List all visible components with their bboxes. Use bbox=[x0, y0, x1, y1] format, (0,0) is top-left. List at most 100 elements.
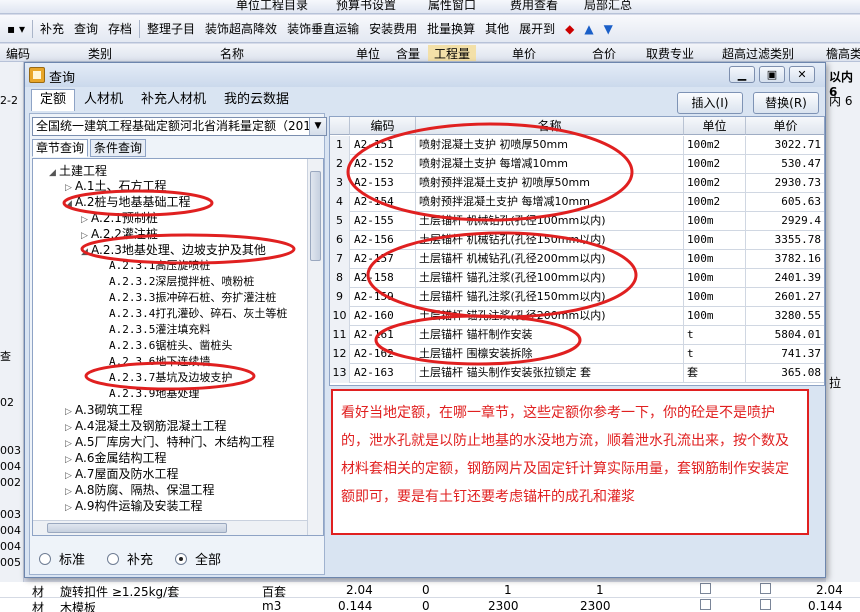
row-number: 2 bbox=[330, 155, 350, 174]
tab-condition-query[interactable]: 条件查询 bbox=[90, 139, 147, 157]
quota-row[interactable]: 10 A2-160 土层锚杆 锚孔注浆(孔径200mm以内) 100m 3280.55 bbox=[330, 307, 824, 326]
quota-row[interactable]: 12 A2-162 土层锚杆 围檩安装拆除 t 741.37 bbox=[330, 345, 824, 364]
maximize-button[interactable]: ▣ bbox=[759, 66, 785, 83]
toolbar-arrow-icon[interactable]: ▪ ▾ bbox=[2, 22, 30, 36]
quota-row[interactable]: 9 A2-159 土层锚杆 锚孔注浆(孔径150mm以内) 100m 2601.27 bbox=[330, 288, 824, 307]
fill-color-icon[interactable]: ◆ bbox=[560, 22, 579, 36]
other-menu[interactable]: 其他 bbox=[480, 20, 514, 37]
tab-cloud-data[interactable]: 我的云数据 bbox=[215, 89, 298, 111]
move-up-icon[interactable]: ▲ bbox=[579, 22, 598, 36]
tree-horizontal-scrollbar[interactable] bbox=[33, 520, 307, 535]
tab-chapter-query[interactable]: 章节查询 bbox=[32, 139, 89, 157]
quota-row[interactable]: 7 A2-157 土层锚杆 机械钻孔(孔径200mm以内) 100m 3782.16 bbox=[330, 250, 824, 269]
table-row[interactable]: 材 旋转扣件 ≥1.25kg/套 百套 2.04 0 1 1 2.04 bbox=[0, 582, 860, 599]
tree-node[interactable]: ▷ A.8防腐、隔热、保温工程 bbox=[65, 482, 214, 498]
tab-quota[interactable]: 定额 bbox=[31, 89, 76, 111]
organize-items-button[interactable]: 整理子目 bbox=[142, 20, 200, 37]
tree-node[interactable]: A.2.3.5灌注填充料 bbox=[109, 322, 210, 338]
quota-row[interactable]: 11 A2-161 土层锚杆 锚杆制作安装 t 5804.01 bbox=[330, 326, 824, 345]
quota-library-select[interactable]: 全国统一建筑工程基础定额河北省消耗量定额（2012 ▼ bbox=[32, 117, 327, 136]
fee-view-button[interactable]: 费用查看 bbox=[510, 0, 558, 13]
tree-node[interactable]: ◢ A.2桩与地基基础工程 bbox=[65, 194, 190, 210]
properties-window-button[interactable]: 属性窗口 bbox=[428, 0, 476, 13]
tree-node[interactable]: ▷ A.1土、石方工程 bbox=[65, 178, 166, 194]
tab-labor-material[interactable]: 人材机 bbox=[75, 89, 132, 111]
quota-row[interactable]: 3 A2-153 喷射预拌混凝土支护 初喷厚50mm 100m2 2930.73 bbox=[330, 174, 824, 193]
row-checkbox[interactable] bbox=[760, 599, 771, 610]
replace-button[interactable]: 替换(R) bbox=[753, 92, 819, 114]
radio-standard[interactable]: 标准 bbox=[39, 549, 85, 568]
tree-toggle-icon[interactable]: ▷ bbox=[65, 500, 75, 516]
tree-node[interactable]: ▷ A.7屋面及防水工程 bbox=[65, 466, 178, 482]
query-mode-tabs: 章节查询 条件查询 bbox=[32, 139, 148, 157]
radio-dot[interactable] bbox=[39, 552, 51, 565]
vertical-transport-button[interactable]: 装饰垂直运输 bbox=[282, 20, 364, 37]
tree-node[interactable]: ◢ 土建工程 bbox=[49, 163, 107, 179]
radio-dot[interactable] bbox=[175, 552, 188, 565]
scroll-thumb[interactable] bbox=[310, 171, 321, 261]
cell-name: 木模板 bbox=[60, 601, 97, 612]
grid-header-name[interactable]: 名称 bbox=[416, 117, 684, 135]
query-menu[interactable]: 查询 bbox=[69, 20, 103, 37]
row-number: 7 bbox=[330, 250, 350, 269]
supplement-menu[interactable]: 补充 bbox=[35, 20, 69, 37]
dialog-titlebar[interactable]: 查询 ▁ ▣ ✕ bbox=[25, 63, 825, 87]
batch-convert-button[interactable]: 批量换算 bbox=[422, 20, 480, 37]
tab-supplement-material[interactable]: 补充人材机 bbox=[132, 89, 215, 111]
tree-node[interactable]: ◢ A.2.3地基处理、边坡支护及其他 bbox=[81, 242, 266, 258]
quota-row[interactable]: 4 A2-154 喷射预拌混凝土支护 每增减10mm 100m2 605.63 bbox=[330, 193, 824, 212]
row-checkbox[interactable] bbox=[760, 583, 771, 594]
quota-row[interactable]: 5 A2-155 土层锚杆 机械钻孔(孔径100mm以内) 100m 2929.4 bbox=[330, 212, 824, 231]
tree-node-label: A.6金属结构工程 bbox=[75, 451, 167, 465]
tree-node[interactable]: ▷ A.5厂库房大门、特种门、木结构工程 bbox=[65, 434, 274, 450]
tree-node[interactable]: A.2.3.7基坑及边坡支护 bbox=[109, 370, 232, 386]
tree-node[interactable]: ▷ A.3砌筑工程 bbox=[65, 402, 142, 418]
grid-header-code[interactable]: 编码 bbox=[350, 117, 416, 135]
quota-row[interactable]: 2 A2-152 喷射混凝土支护 每增减10mm 100m2 530.47 bbox=[330, 155, 824, 174]
col-header-fee-specialty: 取费专业 bbox=[646, 47, 695, 61]
tree-node[interactable]: A.2.3.4打孔灌砂、碎石、灰土等桩 bbox=[109, 306, 287, 322]
move-down-icon[interactable]: ▼ bbox=[599, 22, 618, 36]
tree-node[interactable]: ▷ A.9构件运输及安装工程 bbox=[65, 498, 202, 514]
quota-row[interactable]: 1 A2-151 喷射混凝土支护 初喷厚50mm 100m2 3022.71 bbox=[330, 136, 824, 155]
budget-settings-button[interactable]: 预算书设置 bbox=[336, 0, 396, 13]
row-checkbox[interactable] bbox=[700, 583, 711, 594]
expand-to-menu[interactable]: 展开到 bbox=[514, 20, 560, 37]
tree-node[interactable]: A.2.3.9地基处理 bbox=[109, 386, 199, 402]
tree-node[interactable]: A.2.3.6地下连续墙 bbox=[109, 354, 210, 370]
minimize-button[interactable]: ▁ bbox=[729, 66, 755, 83]
row-label: 004 bbox=[0, 524, 21, 537]
quota-row[interactable]: 13 A2-163 土层锚杆 锚头制作安装张拉锁定 套套 365.08 bbox=[330, 364, 824, 383]
archive-menu[interactable]: 存档 bbox=[103, 20, 137, 37]
install-fee-button[interactable]: 安装费用 bbox=[364, 20, 422, 37]
insert-button[interactable]: 插入(I) bbox=[677, 92, 743, 114]
tree-node[interactable]: A.2.3.3振冲碎石桩、夯扩灌注桩 bbox=[109, 290, 276, 306]
unit-project-dir-button[interactable]: 单位工程目录 bbox=[236, 0, 308, 13]
scroll-thumb[interactable] bbox=[47, 523, 227, 533]
radio-all[interactable]: 全部 bbox=[175, 549, 221, 568]
table-row[interactable]: 材 木模板 m3 0.144 0 2300 2300 0.144 bbox=[0, 598, 860, 612]
partial-summary-button[interactable]: 局部汇总 bbox=[584, 0, 632, 13]
grid-header-price[interactable]: 单价 bbox=[746, 117, 824, 135]
tree-toggle-icon[interactable]: ◢ bbox=[65, 196, 75, 212]
close-button[interactable]: ✕ bbox=[789, 66, 815, 83]
tree-node[interactable]: ▷ A.2.1预制桩 bbox=[81, 210, 158, 226]
radio-supplement[interactable]: 补充 bbox=[107, 549, 153, 568]
radio-dot[interactable] bbox=[107, 552, 120, 565]
tree-vertical-scrollbar[interactable] bbox=[307, 159, 323, 535]
tree-node[interactable]: ▷ A.6金属结构工程 bbox=[65, 450, 166, 466]
chevron-down-icon[interactable]: ▼ bbox=[309, 118, 326, 135]
tree-node[interactable]: ▷ A.2.2灌注桩 bbox=[81, 226, 158, 242]
tree-toggle-icon[interactable]: ◢ bbox=[81, 244, 91, 260]
quota-unit: 100m bbox=[684, 288, 746, 307]
decoration-height-button[interactable]: 装饰超高降效 bbox=[200, 20, 282, 37]
quota-row[interactable]: 8 A2-158 土层锚杆 锚孔注浆(孔径100mm以内) 100m 2401.39 bbox=[330, 269, 824, 288]
tree-node[interactable]: A.2.3.2深层搅拌桩、喷粉桩 bbox=[109, 274, 254, 290]
quota-row[interactable]: 6 A2-156 土层锚杆 机械钻孔(孔径150mm以内) 100m 3355.78 bbox=[330, 231, 824, 250]
tree-toggle-icon[interactable]: ◢ bbox=[49, 165, 59, 181]
row-checkbox[interactable] bbox=[700, 599, 711, 610]
tree-node[interactable]: A.2.3.6锯桩头、凿桩头 bbox=[109, 338, 232, 354]
tree-node[interactable]: A.2.3.1高压旋喷桩 bbox=[109, 258, 210, 274]
tree-node[interactable]: ▷ A.4混凝土及钢筋混凝土工程 bbox=[65, 418, 226, 434]
grid-header-unit[interactable]: 单位 bbox=[684, 117, 746, 135]
